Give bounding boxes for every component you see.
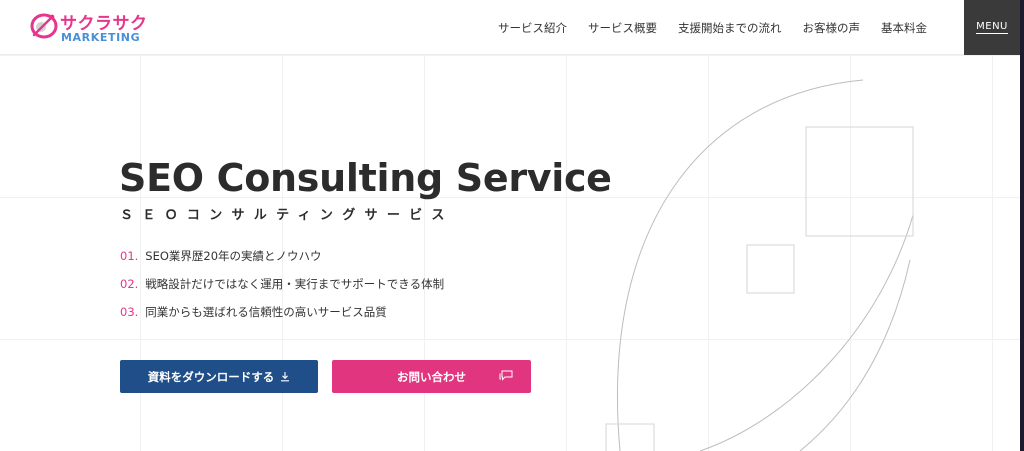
feature-text: 戦略設計だけではなく運用・実行までサポートできる体制 [145, 277, 445, 291]
page: サクラサク MARKETING サービス紹介 サービス概要 支援開始までの流れ … [0, 0, 1024, 451]
logo-text-en: MARKETING [61, 31, 141, 44]
contact-button-label: お問い合わせ [397, 369, 466, 384]
global-nav: サービス紹介 サービス概要 支援開始までの流れ お客様の声 基本料金 [477, 0, 927, 55]
nav-service-intro[interactable]: サービス紹介 [498, 20, 567, 36]
logo-mark-icon [30, 13, 58, 39]
feature-number: 01. [120, 249, 139, 263]
contact-button[interactable]: お問い合わせ [332, 360, 531, 393]
nav-service-overview[interactable]: サービス概要 [588, 20, 657, 36]
feature-number: 02. [120, 277, 139, 291]
download-brochure-button[interactable]: 資料をダウンロードする [120, 360, 318, 393]
hero-title: SEO Consulting Service [119, 156, 612, 200]
download-button-label: 資料をダウンロードする [147, 369, 275, 384]
feature-item: 01. SEO業界歴20年の実績とノウハウ [120, 248, 444, 276]
nav-support-flow[interactable]: 支援開始までの流れ [678, 20, 782, 36]
feature-item: 02. 戦略設計だけではなく運用・実行までサポートできる体制 [120, 276, 444, 304]
nav-customer-voices[interactable]: お客様の声 [803, 20, 861, 36]
window-edge [1020, 0, 1024, 451]
feature-item: 03. 同業からも選ばれる信頼性の高いサービス品質 [120, 304, 444, 332]
feature-number: 03. [120, 305, 139, 319]
feature-list: 01. SEO業界歴20年の実績とノウハウ 02. 戦略設計だけではなく運用・実行ま… [120, 248, 444, 332]
menu-label: MENU [976, 21, 1008, 34]
download-icon [281, 372, 290, 382]
hero-subtitle: ＳＥＯコンサルティングサービス [120, 208, 454, 223]
feature-text: 同業からも選ばれる信頼性の高いサービス品質 [145, 305, 387, 319]
site-header: サクラサク MARKETING サービス紹介 サービス概要 支援開始までの流れ … [0, 0, 1020, 55]
menu-button[interactable]: MENU [964, 0, 1020, 55]
logo[interactable]: サクラサク MARKETING [30, 9, 150, 47]
feature-text: SEO業界歴20年の実績とノウハウ [145, 249, 322, 263]
nav-pricing[interactable]: 基本料金 [881, 20, 927, 36]
chat-bubble-icon [499, 370, 513, 381]
